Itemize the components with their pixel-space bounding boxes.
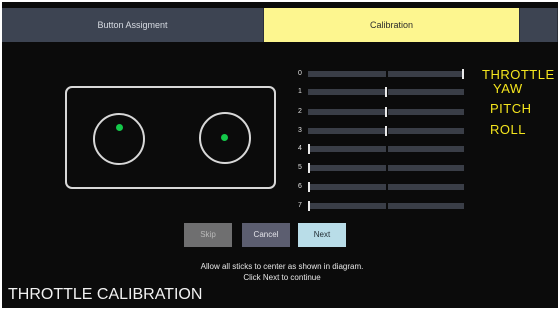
- right-stick-position-dot: [221, 134, 228, 141]
- channel-bar: [308, 182, 464, 192]
- tab-bar: Button Assigment Calibration: [2, 8, 558, 42]
- channel-number: 1: [298, 88, 302, 95]
- channel-row: 4: [294, 143, 470, 155]
- channel-marker: [308, 163, 310, 173]
- instruction-line-1: Allow all sticks to center as shown in d…: [200, 262, 364, 271]
- channel-row: 5: [294, 162, 470, 174]
- channel-row: 0: [294, 68, 470, 80]
- channel-bar: [308, 144, 464, 154]
- channel-bar: [308, 201, 464, 211]
- channel-marker: [385, 126, 387, 136]
- channel-number: 5: [298, 164, 302, 171]
- skip-button[interactable]: Skip: [184, 223, 232, 247]
- stick-diagram: [65, 86, 276, 189]
- channel-number: 6: [298, 183, 302, 190]
- channel-bar: [308, 69, 464, 79]
- channel-row: 7: [294, 200, 470, 212]
- next-button[interactable]: Next: [298, 223, 346, 247]
- calibration-screen: Button Assigment Calibration 0 1 2 3 4 5…: [2, 2, 558, 308]
- instruction-line-2: Click Next to continue: [243, 273, 321, 282]
- channel-row: 2: [294, 106, 470, 118]
- channel-row: 3: [294, 125, 470, 137]
- channel-number: 3: [298, 127, 302, 134]
- channel-marker: [462, 69, 464, 79]
- channel-number: 0: [298, 70, 302, 77]
- channel-bar: [308, 126, 464, 136]
- calibration-caption: THROTTLE CALIBRATION: [8, 286, 203, 303]
- channel-number: 4: [298, 145, 302, 152]
- yaw-label: YAW: [493, 81, 523, 96]
- throttle-label: THROTTLE: [482, 67, 555, 82]
- right-stick-circle: [199, 112, 251, 164]
- cancel-button[interactable]: Cancel: [242, 223, 290, 247]
- tab-button-assignment[interactable]: Button Assigment: [2, 8, 264, 42]
- channel-row: 6: [294, 181, 470, 193]
- pitch-label: PITCH: [490, 101, 532, 116]
- channel-marker: [385, 87, 387, 97]
- tab-extra[interactable]: [520, 8, 558, 42]
- left-stick-position-dot: [116, 124, 123, 131]
- tab-calibration[interactable]: Calibration: [264, 8, 520, 42]
- channel-number: 7: [298, 202, 302, 209]
- channel-list: 0 1 2 3 4 5 6 7: [294, 66, 470, 216]
- left-stick-circle: [93, 113, 145, 165]
- channel-bar: [308, 163, 464, 173]
- channel-bar: [308, 87, 464, 97]
- channel-marker: [308, 144, 310, 154]
- channel-marker: [385, 107, 387, 117]
- channel-marker: [308, 182, 310, 192]
- channel-bar: [308, 107, 464, 117]
- channel-number: 2: [298, 108, 302, 115]
- channel-row: 1: [294, 86, 470, 98]
- roll-label: ROLL: [490, 122, 526, 137]
- channel-marker: [308, 201, 310, 211]
